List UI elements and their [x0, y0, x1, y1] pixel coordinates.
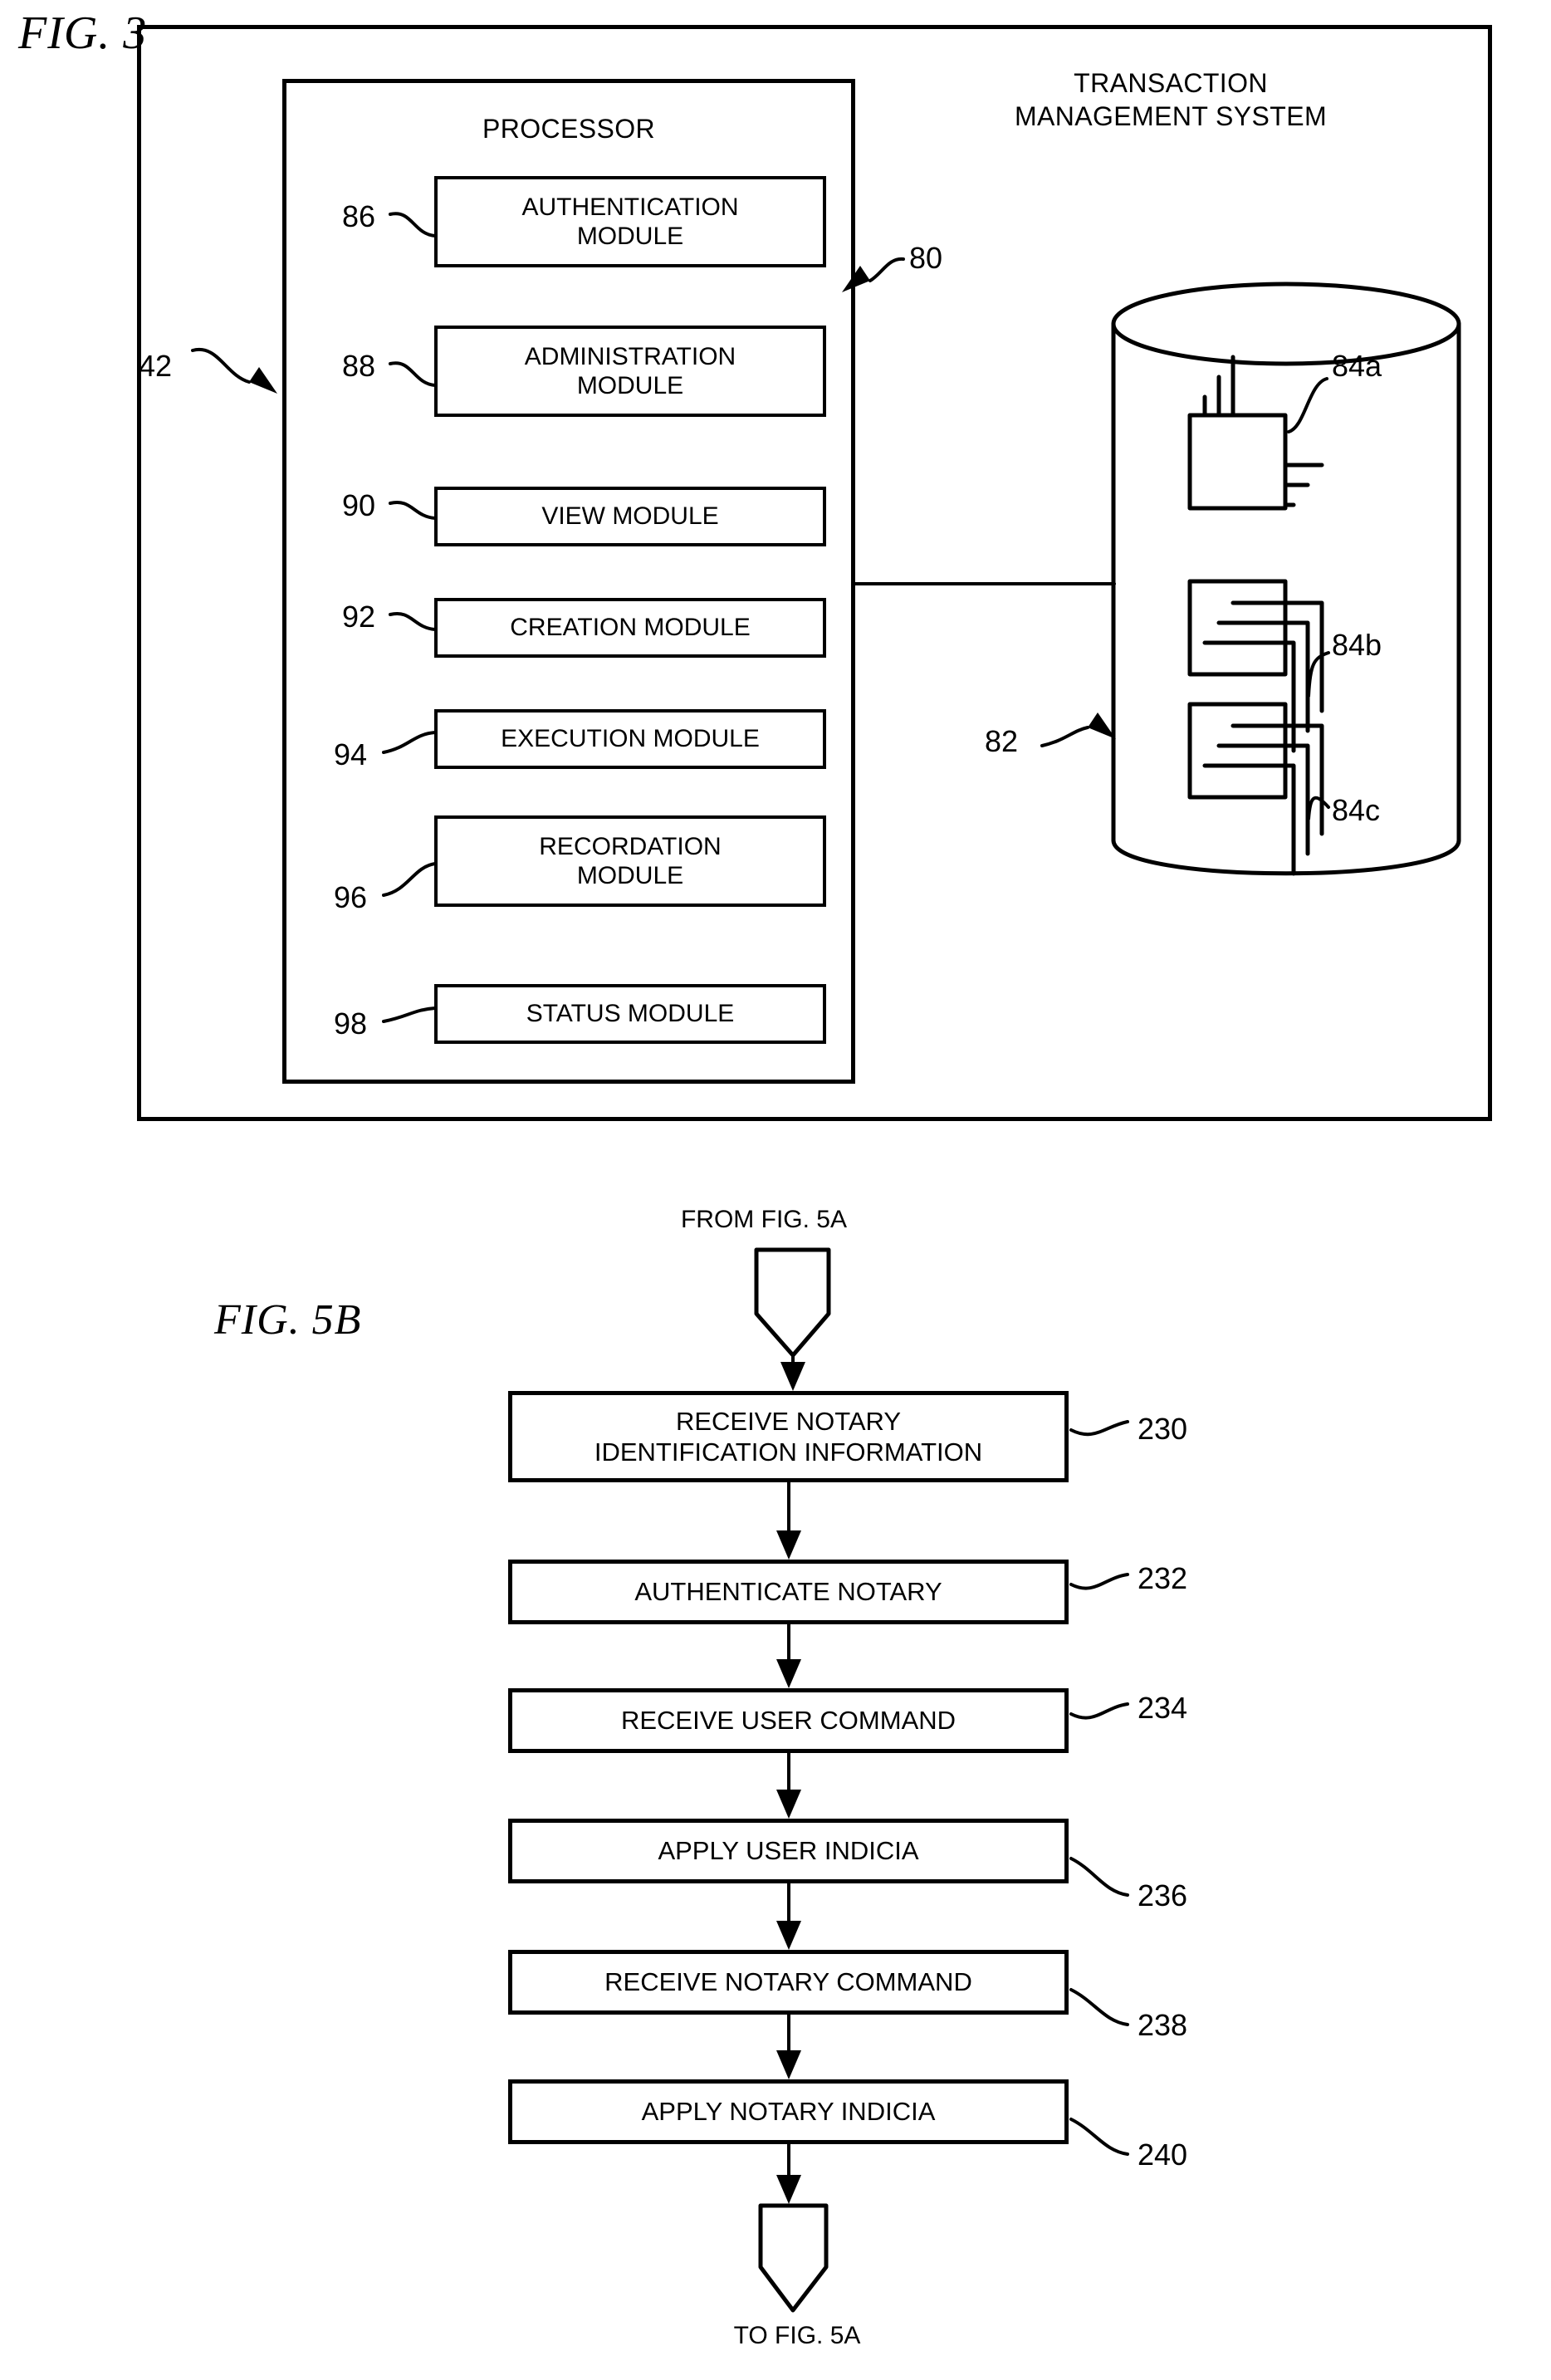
figure-vector-layer [191, 212, 1461, 2313]
patent-figure-sheet: FIG. 3 TRANSACTION MANAGEMENT SYSTEM PRO… [0, 0, 1551, 2380]
